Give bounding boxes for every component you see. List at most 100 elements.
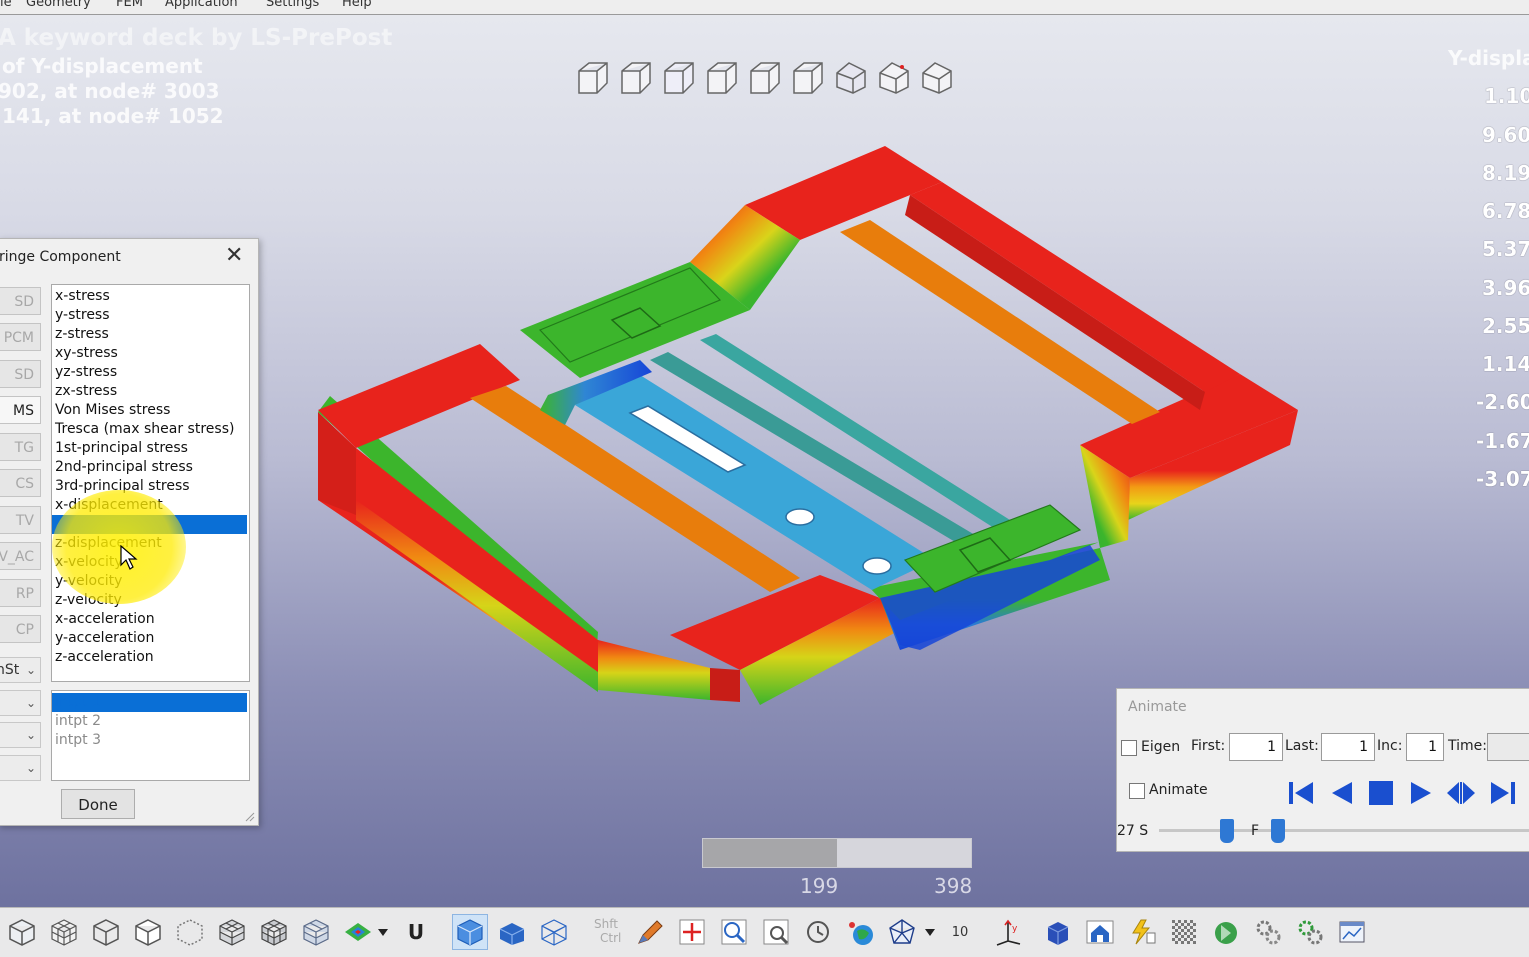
last-frame-icon[interactable] <box>1485 777 1521 809</box>
fringe-dropdown-icon[interactable] <box>374 914 392 950</box>
side-button-sd2[interactable]: SD <box>0 360 41 388</box>
speed-slider-thumb[interactable] <box>1220 819 1234 843</box>
side-button-tg[interactable]: TG <box>0 433 41 461</box>
view-cube-icon[interactable] <box>789 58 827 98</box>
u-label[interactable]: U <box>398 914 434 950</box>
gears-gray-icon[interactable] <box>1250 914 1286 950</box>
gears-green-icon[interactable] <box>1292 914 1328 950</box>
resize-grip-icon[interactable] <box>245 812 255 822</box>
box-icon[interactable] <box>1040 914 1076 950</box>
list-item[interactable]: 3rd-principal stress <box>52 477 249 496</box>
inc-field[interactable]: 1 <box>1406 733 1444 761</box>
list-item[interactable]: 1st-principal stress <box>52 439 249 458</box>
intpt-item[interactable]: intpt 3 <box>52 731 249 750</box>
view-cube-shaded-icon[interactable] <box>832 58 870 98</box>
list-item[interactable]: z-displacement <box>52 534 249 553</box>
cube-shaded-icon[interactable] <box>4 914 40 950</box>
fringe-model-viewport[interactable] <box>300 140 1310 715</box>
menu-help[interactable]: Help <box>342 0 372 10</box>
intpt-list[interactable]: intpt 1 intpt 2 intpt 3 <box>51 690 250 781</box>
side-button-pcm[interactable]: PCM <box>0 323 41 351</box>
mesh-icon[interactable] <box>46 914 82 950</box>
pen-icon[interactable] <box>632 914 668 950</box>
side-dropdown[interactable]: ⌄ <box>0 722 41 748</box>
list-item[interactable]: y-velocity <box>52 572 249 591</box>
first-frame-icon[interactable] <box>1283 777 1319 809</box>
list-item[interactable]: x-stress <box>52 287 249 306</box>
last-field[interactable]: 1 <box>1321 733 1375 761</box>
mesh-solid-icon[interactable] <box>256 914 292 950</box>
bounce-icon[interactable] <box>1443 777 1479 809</box>
graph-window-icon[interactable] <box>1334 914 1370 950</box>
checker-icon[interactable] <box>1166 914 1202 950</box>
first-field[interactable]: 1 <box>1229 733 1283 761</box>
stop-icon[interactable] <box>1363 777 1399 809</box>
side-button-rp[interactable]: RP <box>0 579 41 607</box>
list-item-selected[interactable]: y-displacement <box>52 515 247 534</box>
polyhedron-dropdown-icon[interactable] <box>920 914 940 950</box>
eigen-checkbox[interactable] <box>1121 740 1137 756</box>
list-item[interactable]: yz-stress <box>52 363 249 382</box>
intpt-item-selected[interactable]: intpt 1 <box>52 693 247 712</box>
intpt-item[interactable]: intpt 2 <box>52 712 249 731</box>
menu-application[interactable]: Application <box>165 0 238 10</box>
wireframe-icon[interactable] <box>88 914 124 950</box>
step-back-icon[interactable] <box>1323 777 1359 809</box>
list-item[interactable]: x-displacement <box>52 496 249 515</box>
side-dropdown[interactable]: nSt ⌄ <box>0 657 41 683</box>
solid-view-icon[interactable] <box>494 914 530 950</box>
list-item[interactable]: z-acceleration <box>52 648 249 667</box>
list-item[interactable]: z-velocity <box>52 591 249 610</box>
fringe-icon[interactable] <box>340 914 376 950</box>
list-item[interactable]: xy-stress <box>52 344 249 363</box>
zoom-window-icon[interactable] <box>758 914 794 950</box>
view-cube-icon[interactable] <box>574 58 612 98</box>
animate-checkbox[interactable] <box>1129 783 1145 799</box>
side-button-cs[interactable]: CS <box>0 469 41 497</box>
menu-geometry[interactable]: Geometry <box>26 0 91 10</box>
side-button-cp[interactable]: CP <box>0 615 41 643</box>
list-item[interactable]: x-acceleration <box>52 610 249 629</box>
mesh-translucent-icon[interactable] <box>298 914 334 950</box>
side-dropdown[interactable]: ⌄ <box>0 690 41 716</box>
play-icon[interactable] <box>1403 777 1439 809</box>
lightning-icon[interactable] <box>1124 914 1160 950</box>
view-cube-icon[interactable] <box>617 58 655 98</box>
frame-progress-bar[interactable] <box>702 838 972 868</box>
shaded-view-icon[interactable] <box>452 914 488 950</box>
view-rotate-icon[interactable] <box>918 58 956 98</box>
polyhedron-icon[interactable] <box>884 914 920 950</box>
rotate-icon[interactable] <box>800 914 836 950</box>
view-cube-icon[interactable] <box>746 58 784 98</box>
menu-file[interactable]: le <box>0 0 12 10</box>
list-item[interactable]: y-stress <box>52 306 249 325</box>
side-button-ms[interactable]: MS <box>0 396 41 424</box>
axes-icon[interactable]: y <box>990 914 1026 950</box>
side-button-sd[interactable]: SD <box>0 287 41 315</box>
pan-icon[interactable] <box>674 914 710 950</box>
home-icon[interactable] <box>1082 914 1118 950</box>
list-item[interactable]: 2nd-principal stress <box>52 458 249 477</box>
view-iso-icon[interactable] <box>875 58 913 98</box>
hidden-line-icon[interactable] <box>130 914 166 950</box>
list-item[interactable]: x-velocity <box>52 553 249 572</box>
side-button-tv[interactable]: TV <box>0 506 41 534</box>
component-list[interactable]: x-stress y-stress z-stress xy-stress yz-… <box>51 284 250 682</box>
globe-icon[interactable] <box>842 914 878 950</box>
render-ball-icon[interactable] <box>1208 914 1244 950</box>
zoom-icon[interactable] <box>716 914 752 950</box>
list-item[interactable]: Tresca (max shear stress) <box>52 420 249 439</box>
done-button[interactable]: Done <box>61 789 135 819</box>
list-item[interactable]: z-stress <box>52 325 249 344</box>
speed-track[interactable] <box>1159 829 1529 832</box>
list-item[interactable]: zx-stress <box>52 382 249 401</box>
frame-slider-thumb[interactable] <box>1271 819 1285 843</box>
side-dropdown[interactable]: ⌄ <box>0 755 41 781</box>
list-item[interactable]: Von Mises stress <box>52 401 249 420</box>
dots-icon[interactable] <box>172 914 208 950</box>
side-button-v-ac[interactable]: V_AC <box>0 542 41 570</box>
mesh-shaded-icon[interactable] <box>214 914 250 950</box>
menu-settings[interactable]: Settings <box>266 0 319 10</box>
menu-fem[interactable]: FEM <box>116 0 143 10</box>
list-item[interactable]: y-acceleration <box>52 629 249 648</box>
